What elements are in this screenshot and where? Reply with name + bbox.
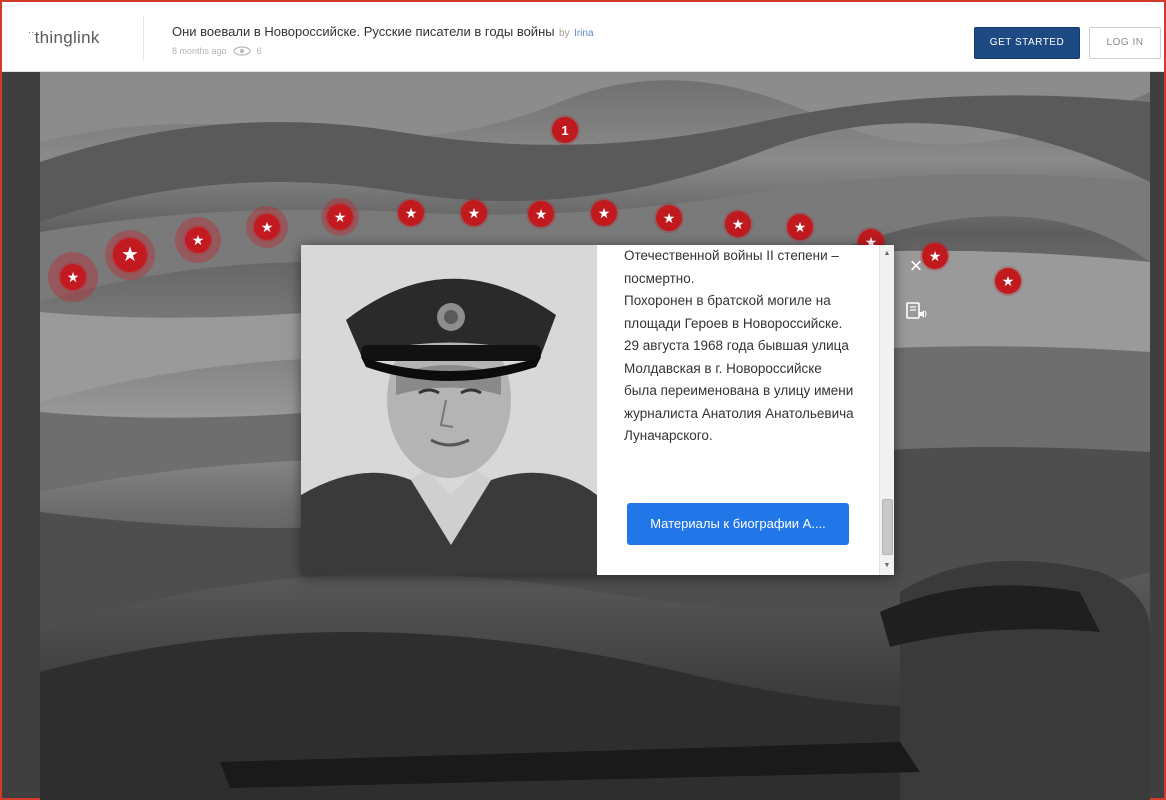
scroll-up-arrow-icon[interactable]: ▲ [880, 247, 894, 261]
scroll-down-arrow-icon[interactable]: ▼ [880, 559, 894, 573]
star-icon: ★ [1001, 273, 1015, 289]
star-icon: ★ [793, 219, 807, 235]
get-started-button[interactable]: GET STARTED [974, 27, 1080, 59]
post-age: 8 months ago [172, 46, 227, 56]
author-link[interactable]: Irina [574, 28, 593, 39]
hotspot-star[interactable]: ★ [787, 214, 813, 240]
hotspot-star[interactable]: ★ [246, 206, 288, 248]
star-icon: ★ [333, 209, 347, 225]
left-margin [2, 72, 40, 798]
scrollbar-thumb[interactable] [882, 499, 893, 555]
by-label: by [559, 28, 570, 39]
hotspot-star[interactable]: ★ [175, 217, 221, 263]
popup-scrollbar[interactable]: ▲ ▼ [879, 245, 894, 575]
star-icon: ★ [467, 205, 481, 221]
popup-text: Отечественной войны II степени – посмерт… [624, 248, 854, 443]
hotspot-star[interactable]: ★ [656, 205, 682, 231]
hotspot-star[interactable]: ★ [461, 200, 487, 226]
audio-read-icon[interactable] [905, 300, 927, 322]
logo-text: thinglink [34, 28, 100, 47]
logo-mark: ·· [28, 27, 35, 37]
title-line: Они воевали в Новороссийске. Русские пис… [172, 23, 594, 41]
header-divider [143, 16, 144, 60]
hotspot-number: 1 [561, 122, 569, 138]
hotspot-star[interactable]: ★ [725, 211, 751, 237]
close-icon[interactable]: × [905, 255, 927, 277]
eye-icon [232, 46, 251, 56]
thinglink-logo[interactable]: ··thinglink [28, 27, 100, 48]
hotspot-star[interactable]: ★ [48, 252, 98, 302]
top-bar: ··thinglink Они воевали в Новороссийске.… [2, 2, 1164, 72]
star-icon: ★ [260, 219, 274, 235]
star-icon: ★ [191, 232, 205, 248]
meta-line: 8 months ago 6 [172, 46, 262, 56]
log-in-button[interactable]: LOG IN [1089, 27, 1161, 59]
view-count: 6 [256, 46, 262, 56]
biography-materials-button[interactable]: Материалы к биографии А.... [627, 503, 849, 545]
star-icon: ★ [66, 269, 80, 285]
hotspot-number-1[interactable]: 1 [552, 117, 578, 143]
hotspot-star[interactable]: ★ [398, 200, 424, 226]
star-icon: ★ [404, 205, 418, 221]
page-title: Они воевали в Новороссийске. Русские пис… [172, 24, 555, 39]
star-icon: ★ [534, 206, 548, 222]
hotspot-star[interactable]: ★ [528, 201, 554, 227]
hotspot-popup: Отечественной войны II степени – посмерт… [301, 245, 894, 575]
right-margin [1150, 72, 1164, 798]
hotspot-star[interactable]: ★ [995, 268, 1021, 294]
star-icon: ★ [597, 205, 611, 221]
star-icon: ★ [928, 248, 942, 264]
hotspot-star[interactable]: ★ [591, 200, 617, 226]
star-icon: ★ [662, 210, 676, 226]
star-icon: ★ [121, 244, 139, 266]
hotspot-star[interactable]: ★ [321, 198, 359, 236]
portrait-image [301, 245, 597, 575]
hotspot-star[interactable]: ★ [105, 230, 155, 280]
star-icon: ★ [731, 216, 745, 232]
